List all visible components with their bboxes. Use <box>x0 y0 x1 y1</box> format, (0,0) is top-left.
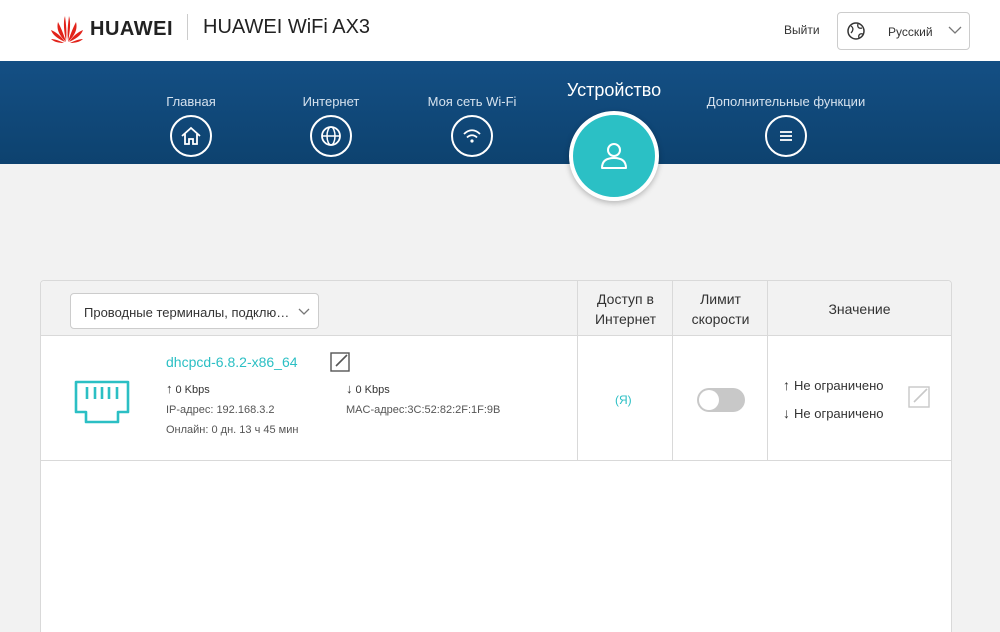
huawei-flower-icon <box>51 16 83 43</box>
nav-internet-label: Интернет <box>302 94 360 109</box>
table-row: dhcpcd-6.8.2-x86_64 ↑ 0 Kbps ↓ 0 Kbps IP-а… <box>41 336 951 461</box>
globe-icon <box>321 126 341 146</box>
arrow-up-icon: ↑ <box>783 377 790 393</box>
home-icon <box>181 126 201 145</box>
nav-device-label[interactable]: Устройство <box>567 80 661 101</box>
edit-limit-icon[interactable] <box>908 386 930 408</box>
ip-address: IP-адрес: 192.168.3.2 <box>166 404 275 416</box>
download-limit: ↓ Не ограничено <box>783 405 884 421</box>
language-select[interactable]: Русский <box>837 12 970 50</box>
header-value: Значение <box>828 301 891 317</box>
toggle-knob <box>699 390 719 410</box>
arrow-up-icon: ↑ <box>166 381 173 396</box>
edit-icon[interactable] <box>330 352 350 372</box>
huawei-logo: HUAWEI <box>50 14 173 44</box>
device-type-filter[interactable]: Проводные терминалы, подклю… <box>70 293 319 329</box>
product-title: HUAWEI WiFi AX3 <box>203 16 371 38</box>
nav-home-circle <box>170 115 212 157</box>
header-divider <box>187 14 188 40</box>
top-bar: HUAWEI HUAWEI WiFi AX3 Выйти Русский <box>0 0 1000 61</box>
device-name[interactable]: dhcpcd-6.8.2-x86_64 <box>166 354 298 370</box>
device-type-filter-value: Проводные терминалы, подклю… <box>84 305 290 320</box>
speed-limit-toggle[interactable] <box>697 388 745 412</box>
nav-more-circle <box>765 115 807 157</box>
header-internet-access: Доступ в Интернет <box>578 289 673 329</box>
nav-internet-circle <box>310 115 352 157</box>
ethernet-port-icon <box>74 380 130 424</box>
nav-device-active[interactable] <box>569 111 659 201</box>
upload-rate: ↑ 0 Kbps <box>166 381 210 396</box>
arrow-down-icon: ↓ <box>783 405 790 421</box>
download-rate: ↓ 0 Kbps <box>346 381 390 396</box>
nav-more-label: Дополнительные функции <box>706 94 866 109</box>
header-access-line2: Интернет <box>594 311 657 327</box>
online-time: Онлайн: 0 дн. 13 ч 45 мин <box>166 424 299 436</box>
brand-name: HUAWEI <box>90 17 173 40</box>
nav-wifi-label: Моя сеть Wi-Fi <box>427 94 517 109</box>
upload-rate-value: 0 Kbps <box>175 384 210 396</box>
header-speed-limit: Лимит скорости <box>673 289 768 329</box>
header-access-line1: Доступ в <box>597 291 654 307</box>
header-limit-line1: Лимит <box>700 291 741 307</box>
menu-icon <box>780 131 792 141</box>
globe-icon <box>847 22 865 40</box>
upload-limit-value: Не ограничено <box>794 378 884 393</box>
nav-wifi-circle <box>451 115 493 157</box>
devices-table: Проводные терминалы, подклю… Доступ в Ин… <box>40 280 952 632</box>
chevron-down-icon <box>298 308 310 315</box>
arrow-down-icon: ↓ <box>346 381 353 396</box>
user-icon <box>601 143 627 169</box>
header-limit-line2: скорости <box>691 311 750 327</box>
download-rate-value: 0 Kbps <box>355 384 390 396</box>
upload-limit: ↑ Не ограничено <box>783 377 884 393</box>
nav-home-label: Главная <box>166 94 216 109</box>
mac-address: MAC-адрес:3C:52:82:2F:1F:9B <box>346 404 501 416</box>
logout-link[interactable]: Выйти <box>784 23 820 37</box>
table-header: Проводные терминалы, подклю… Доступ в Ин… <box>41 281 951 336</box>
language-label: Русский <box>888 25 933 39</box>
wifi-icon <box>463 129 481 143</box>
internet-access-status[interactable]: (Я) <box>615 393 632 407</box>
main-nav: Главная Интернет Моя сеть Wi-Fi Дополнит… <box>0 61 1000 164</box>
download-limit-value: Не ограничено <box>794 406 884 421</box>
chevron-down-icon <box>948 26 962 34</box>
